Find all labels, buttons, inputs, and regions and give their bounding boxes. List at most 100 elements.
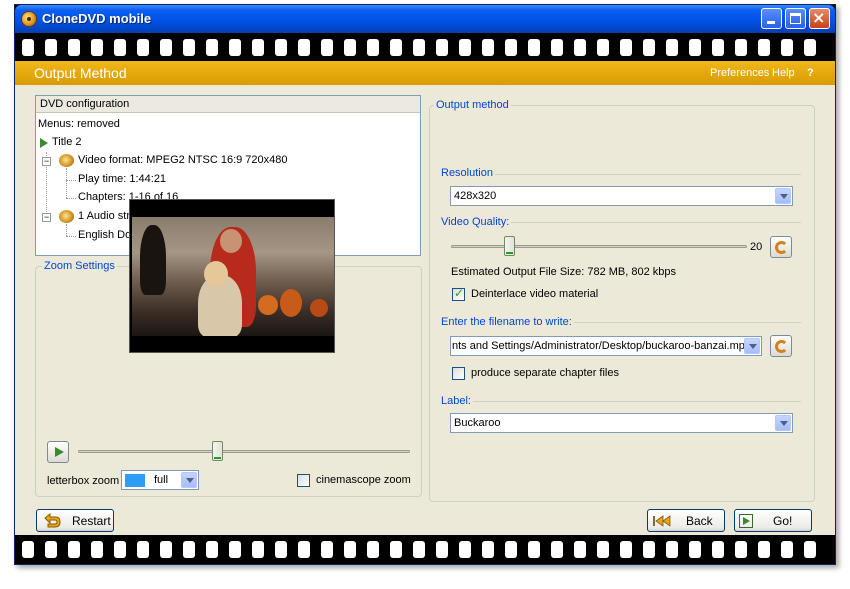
chapter-files-checkbox[interactable] [452, 367, 465, 380]
restart-label: Restart [72, 514, 111, 528]
film-hole [206, 541, 218, 558]
cinemascope-zoom-label: cinemascope zoom [316, 474, 411, 486]
film-hole [22, 541, 34, 558]
tree-video-format[interactable]: Video format: MPEG2 NTSC 16:9 720x480 [78, 154, 288, 166]
collapse-audio-icon[interactable]: − [42, 213, 51, 222]
film-hole [137, 541, 149, 558]
back-arrow-icon [44, 513, 61, 528]
film-hole [367, 541, 379, 558]
close-icon: × [812, 8, 826, 27]
film-hole [574, 39, 586, 56]
label-label: Label: [441, 395, 473, 407]
help-question-icon[interactable]: ? [807, 67, 814, 79]
dropdown-arrow-icon[interactable] [744, 338, 760, 354]
film-hole [45, 541, 57, 558]
maximize-button[interactable] [785, 8, 806, 29]
film-hole [482, 39, 494, 56]
tree-play-time[interactable]: Play time: 1:44:21 [78, 173, 166, 185]
film-hole [689, 541, 701, 558]
film-hole [643, 39, 655, 56]
title-bar[interactable]: CloneDVD mobile × [15, 5, 835, 33]
main-panel: DVD configuration Menus: removed Title 2… [15, 85, 835, 535]
cinemascope-zoom-checkbox[interactable] [297, 474, 310, 487]
film-hole [275, 541, 287, 558]
film-hole [643, 541, 655, 558]
skip-back-icon [653, 515, 671, 527]
deinterlace-label: Deinterlace video material [471, 288, 599, 300]
label-input[interactable]: Buckaroo [450, 413, 793, 433]
minimize-button[interactable] [761, 8, 782, 29]
preview-position-track[interactable] [78, 450, 410, 453]
video-preview [129, 199, 335, 353]
play-icon [55, 447, 64, 457]
dropdown-arrow-icon[interactable] [775, 188, 791, 204]
film-hole [229, 541, 241, 558]
film-hole [804, 541, 816, 558]
back-label: Back [686, 514, 713, 528]
chapter-files-label: produce separate chapter files [471, 367, 619, 379]
preview-position-thumb[interactable] [212, 441, 224, 461]
output-method-legend: Output method [434, 99, 511, 111]
go-button[interactable]: Go! [734, 509, 812, 532]
quality-reset-button[interactable] [770, 236, 792, 258]
film-hole [160, 39, 172, 56]
dvd-icon [59, 154, 74, 167]
close-button[interactable]: × [809, 8, 830, 29]
film-hole [482, 541, 494, 558]
video-quality-thumb[interactable] [504, 236, 515, 256]
zoom-color-swatch [125, 474, 145, 487]
film-hole [459, 541, 471, 558]
film-hole [183, 39, 195, 56]
deinterlace-checkbox[interactable]: ✓ [452, 286, 465, 301]
resolution-select[interactable]: 428x320 [450, 186, 793, 206]
film-hole [252, 39, 264, 56]
browse-file-button[interactable] [770, 335, 792, 357]
film-hole [413, 541, 425, 558]
video-quality-value: 20 [750, 241, 763, 253]
film-hole [735, 39, 747, 56]
film-hole [413, 39, 425, 56]
film-hole [114, 541, 126, 558]
letterbox-zoom-select[interactable]: full [121, 470, 199, 490]
film-hole [781, 39, 793, 56]
film-hole [298, 39, 310, 56]
dropdown-arrow-icon[interactable] [181, 472, 197, 488]
film-hole [344, 39, 356, 56]
film-hole [528, 39, 540, 56]
film-hole [459, 39, 471, 56]
tree-title[interactable]: Title 2 [52, 136, 82, 148]
film-hole [298, 541, 310, 558]
resolution-value: 428x320 [454, 190, 497, 202]
collapse-video-icon[interactable]: − [42, 157, 51, 166]
maximize-icon [790, 13, 801, 24]
section-header: Output Method Preferences Help ? [15, 61, 835, 85]
video-quality-track[interactable] [451, 245, 747, 248]
restart-button[interactable]: Restart [36, 509, 114, 532]
filename-label: Enter the filename to write: [441, 316, 574, 328]
film-hole [367, 39, 379, 56]
label-value: Buckaroo [454, 417, 501, 429]
go-label: Go! [773, 514, 793, 528]
film-hole [390, 541, 402, 558]
minimize-icon [767, 21, 775, 24]
filename-input[interactable]: nts and Settings/Administrator/Desktop/b… [450, 336, 762, 356]
checkmark-icon: ✓ [454, 286, 465, 300]
film-hole [68, 39, 80, 56]
film-hole [68, 541, 80, 558]
letterbox-zoom-value: full [154, 474, 169, 486]
help-link[interactable]: Help [772, 67, 795, 79]
film-hole [45, 39, 57, 56]
film-hole [275, 39, 287, 56]
film-hole [114, 39, 126, 56]
preferences-link[interactable]: Preferences [710, 67, 769, 79]
film-hole [551, 39, 563, 56]
app-icon [21, 11, 37, 27]
film-hole [712, 39, 724, 56]
preview-play-button[interactable] [47, 441, 69, 463]
audio-icon [59, 210, 74, 223]
back-button[interactable]: Back [647, 509, 725, 532]
page-title: Output Method [34, 65, 127, 81]
tree-menus[interactable]: Menus: removed [38, 118, 120, 130]
film-hole [528, 541, 540, 558]
dropdown-arrow-icon[interactable] [775, 415, 791, 431]
